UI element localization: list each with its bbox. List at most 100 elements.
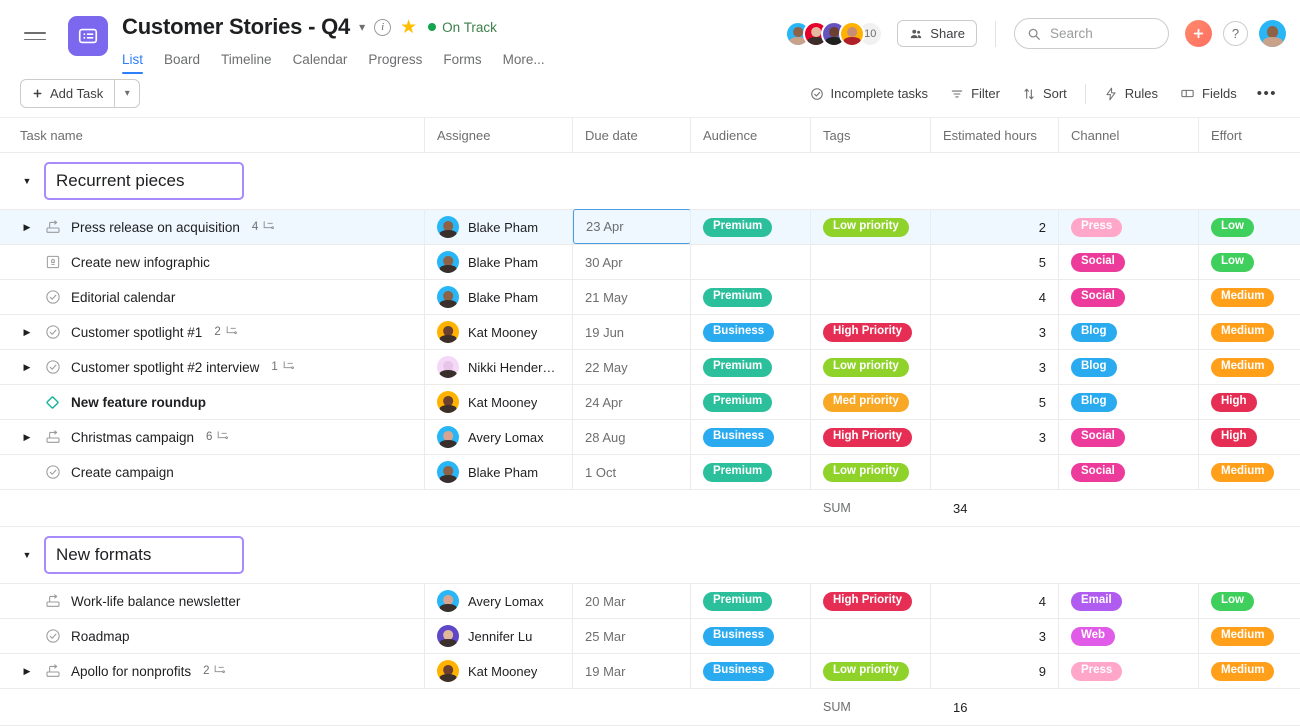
assignee-cell[interactable]: Blake Pham bbox=[425, 245, 573, 279]
section-name[interactable]: New formats bbox=[44, 536, 244, 574]
check-circle-icon[interactable] bbox=[44, 289, 61, 305]
table-row[interactable]: ▶Editorial calendar Blake Pham 21 May Premi… bbox=[0, 280, 1300, 315]
task-name-cell[interactable]: ▶Editorial calendar bbox=[0, 280, 425, 314]
add-task-button[interactable]: Add Task bbox=[21, 80, 114, 107]
badge[interactable]: Premium bbox=[703, 217, 773, 237]
column-header-audience[interactable]: Audience bbox=[691, 118, 811, 152]
due-date-cell[interactable]: 21 May bbox=[573, 280, 691, 314]
badge[interactable]: Low priority bbox=[823, 217, 909, 237]
badge[interactable]: Press bbox=[1071, 217, 1123, 237]
effort-cell[interactable]: Low bbox=[1199, 584, 1300, 618]
badge[interactable]: Blog bbox=[1071, 322, 1117, 342]
approval-task-icon[interactable] bbox=[44, 219, 61, 235]
task-name-cell[interactable]: ▶ Apollo for nonprofits 2 bbox=[0, 654, 425, 688]
column-header-task-name[interactable]: Task name bbox=[0, 118, 425, 152]
approval-task-icon[interactable] bbox=[44, 593, 61, 609]
table-row[interactable]: ▶ Christmas campaign 6 Avery Lomax 28 Aug Bus… bbox=[0, 420, 1300, 455]
channel-cell[interactable]: Blog bbox=[1059, 385, 1199, 419]
badge[interactable]: Web bbox=[1071, 626, 1116, 646]
estimated-hours-cell[interactable]: 4 bbox=[931, 280, 1059, 314]
channel-cell[interactable]: Email bbox=[1059, 584, 1199, 618]
tags-cell[interactable]: Low priority bbox=[811, 654, 931, 688]
expand-caret-icon[interactable]: ▶ bbox=[20, 666, 34, 677]
tags-cell[interactable]: Low priority bbox=[811, 350, 931, 384]
rules-button[interactable]: Rules bbox=[1093, 81, 1169, 106]
audience-cell[interactable]: Business bbox=[691, 654, 811, 688]
section-name[interactable]: Recurrent pieces bbox=[44, 162, 244, 200]
badge[interactable]: Business bbox=[703, 322, 775, 342]
effort-cell[interactable]: Medium bbox=[1199, 315, 1300, 349]
due-date-cell[interactable]: 25 Mar bbox=[573, 619, 691, 653]
due-date-cell[interactable]: 23 Apr bbox=[573, 209, 691, 244]
audience-cell[interactable] bbox=[691, 245, 811, 279]
sort-button[interactable]: Sort bbox=[1011, 81, 1078, 106]
column-header-channel[interactable]: Channel bbox=[1059, 118, 1199, 152]
assignee-cell[interactable]: Blake Pham bbox=[425, 210, 573, 244]
badge[interactable]: Email bbox=[1071, 591, 1122, 611]
badge[interactable]: High Priority bbox=[823, 591, 913, 611]
channel-cell[interactable]: Press bbox=[1059, 654, 1199, 688]
channel-cell[interactable]: Blog bbox=[1059, 350, 1199, 384]
help-button[interactable]: ? bbox=[1223, 21, 1248, 46]
list-project-icon[interactable] bbox=[68, 16, 108, 56]
task-name-cell[interactable]: ▶Roadmap bbox=[0, 619, 425, 653]
badge[interactable]: Social bbox=[1071, 427, 1125, 447]
expand-caret-icon[interactable]: ▶ bbox=[20, 362, 34, 373]
column-header-effort[interactable]: Effort bbox=[1199, 118, 1300, 152]
audience-cell[interactable]: Premium bbox=[691, 350, 811, 384]
assignee-cell[interactable]: Blake Pham bbox=[425, 280, 573, 314]
badge[interactable]: Low priority bbox=[823, 462, 909, 482]
effort-cell[interactable]: Medium bbox=[1199, 619, 1300, 653]
effort-cell[interactable]: Medium bbox=[1199, 280, 1300, 314]
section-header[interactable]: ▼ Recurrent pieces bbox=[0, 153, 1300, 210]
badge[interactable]: Medium bbox=[1211, 322, 1275, 342]
badge[interactable]: Medium bbox=[1211, 287, 1275, 307]
badge[interactable]: Low bbox=[1211, 217, 1254, 237]
badge[interactable]: Medium bbox=[1211, 462, 1275, 482]
effort-cell[interactable]: High bbox=[1199, 420, 1300, 454]
badge[interactable]: High bbox=[1211, 427, 1257, 447]
section-header[interactable]: ▼ New formats bbox=[0, 527, 1300, 584]
audience-cell[interactable]: Premium bbox=[691, 280, 811, 314]
info-icon[interactable]: i bbox=[374, 18, 392, 36]
task-name-cell[interactable]: ▶New feature roundup bbox=[0, 385, 425, 419]
milestone-doc-icon[interactable] bbox=[44, 254, 61, 270]
check-circle-icon[interactable] bbox=[44, 324, 61, 340]
task-name-cell[interactable]: ▶ Christmas campaign 6 bbox=[0, 420, 425, 454]
hamburger-icon[interactable] bbox=[24, 22, 52, 50]
effort-cell[interactable]: Low bbox=[1199, 210, 1300, 244]
audience-cell[interactable]: Premium bbox=[691, 210, 811, 244]
tags-cell[interactable] bbox=[811, 619, 931, 653]
incomplete-tasks-filter[interactable]: Incomplete tasks bbox=[799, 81, 940, 106]
badge[interactable]: Social bbox=[1071, 287, 1125, 307]
tab-more[interactable]: More... bbox=[503, 50, 545, 74]
tab-forms[interactable]: Forms bbox=[443, 50, 481, 74]
due-date-cell[interactable]: 22 May bbox=[573, 350, 691, 384]
table-row[interactable]: ▶Roadmap Jennifer Lu 25 Mar Business 3 Web Med… bbox=[0, 619, 1300, 654]
badge[interactable]: Premium bbox=[703, 287, 773, 307]
tags-cell[interactable]: Med priority bbox=[811, 385, 931, 419]
approval-task-icon[interactable] bbox=[44, 429, 61, 445]
audience-cell[interactable]: Business bbox=[691, 420, 811, 454]
badge[interactable]: Medium bbox=[1211, 357, 1275, 377]
milestone-diamond-icon[interactable] bbox=[44, 394, 61, 411]
task-name-cell[interactable]: ▶Create new infographic bbox=[0, 245, 425, 279]
expand-caret-icon[interactable]: ▶ bbox=[20, 432, 34, 443]
badge[interactable]: Medium bbox=[1211, 626, 1275, 646]
audience-cell[interactable]: Business bbox=[691, 315, 811, 349]
table-row[interactable]: ▶Create campaign Blake Pham 1 Oct Premium Lo… bbox=[0, 455, 1300, 490]
estimated-hours-cell[interactable]: 3 bbox=[931, 350, 1059, 384]
due-date-cell[interactable]: 28 Aug bbox=[573, 420, 691, 454]
estimated-hours-cell[interactable]: 9 bbox=[931, 654, 1059, 688]
column-header-estimated-hours[interactable]: Estimated hours bbox=[931, 118, 1059, 152]
check-circle-icon[interactable] bbox=[44, 628, 61, 644]
star-icon[interactable]: ★ bbox=[400, 18, 417, 37]
tab-calendar[interactable]: Calendar bbox=[293, 50, 348, 74]
tags-cell[interactable]: High Priority bbox=[811, 584, 931, 618]
due-date-cell[interactable]: 19 Mar bbox=[573, 654, 691, 688]
badge[interactable]: Premium bbox=[703, 591, 773, 611]
avatar[interactable] bbox=[839, 20, 866, 47]
badge[interactable]: Business bbox=[703, 427, 775, 447]
tab-list[interactable]: List bbox=[122, 50, 144, 74]
channel-cell[interactable]: Social bbox=[1059, 455, 1199, 489]
